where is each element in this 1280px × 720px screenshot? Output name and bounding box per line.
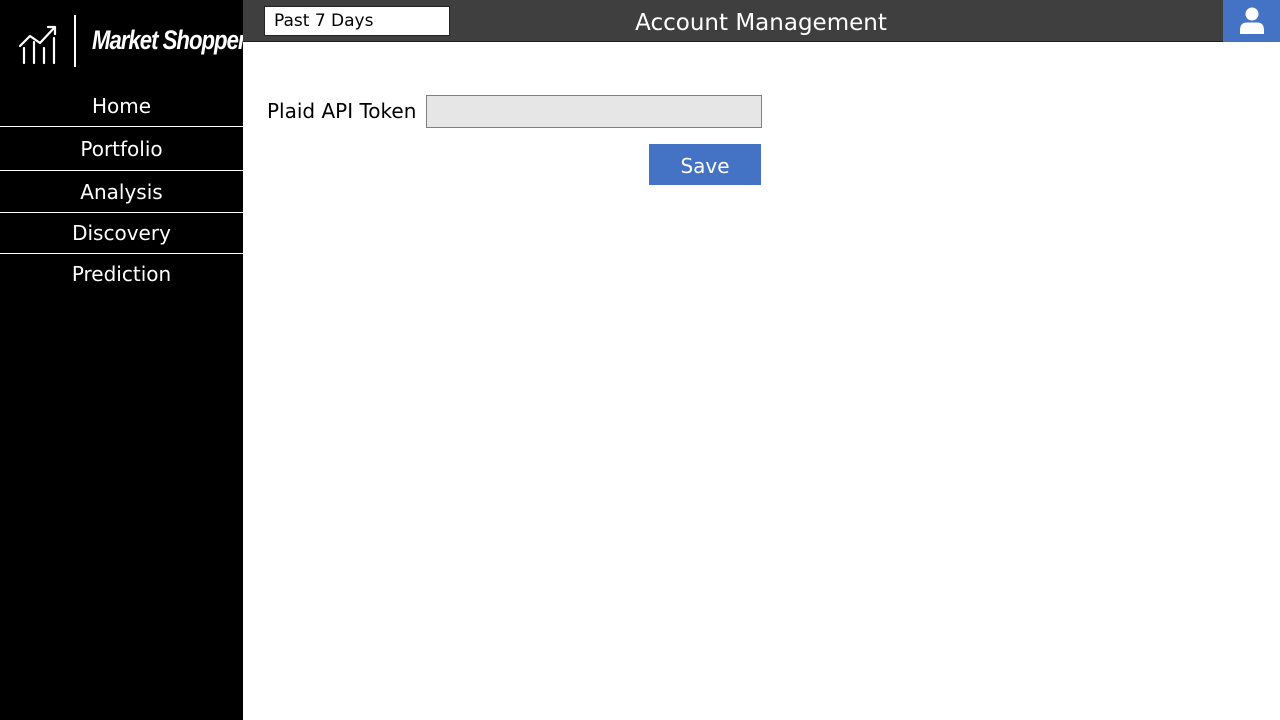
plaid-token-label: Plaid API Token [267, 99, 417, 123]
sidebar-item-portfolio[interactable]: Portfolio [0, 127, 243, 171]
sidebar-item-discovery[interactable]: Discovery [0, 213, 243, 254]
app-window: Market Shopper Home Portfolio Analysis D… [0, 0, 1280, 720]
sidebar-nav: Home Portfolio Analysis Discovery Predic… [0, 86, 243, 295]
chart-growth-icon [18, 25, 57, 65]
plaid-token-input[interactable] [426, 95, 762, 128]
brand-divider [74, 15, 76, 67]
sidebar-item-analysis[interactable]: Analysis [0, 171, 243, 213]
brand: Market Shopper [0, 0, 247, 80]
top-bar: Past 7 Days Account Management [243, 0, 1280, 42]
save-button[interactable]: Save [649, 144, 761, 185]
date-range-select[interactable]: Past 7 Days [264, 6, 450, 36]
sidebar-item-home[interactable]: Home [0, 86, 243, 127]
sidebar: Market Shopper Home Portfolio Analysis D… [0, 0, 247, 720]
brand-name: Market Shopper [92, 25, 247, 55]
user-icon [1240, 7, 1264, 34]
page-title: Account Management [635, 10, 887, 36]
sidebar-item-prediction[interactable]: Prediction [0, 254, 243, 295]
user-account-button[interactable] [1223, 0, 1280, 42]
